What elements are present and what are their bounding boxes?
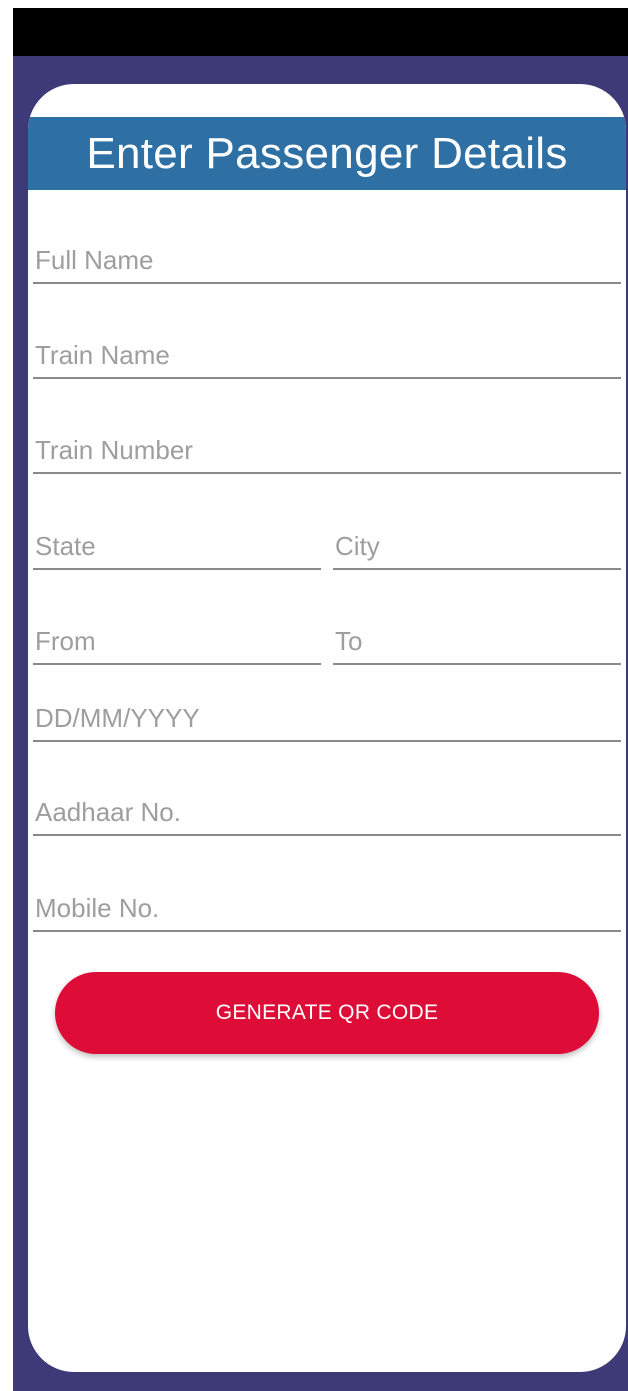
from-input[interactable] <box>35 626 321 657</box>
full-name-field <box>33 234 621 284</box>
passenger-form-card: Enter Passenger Details Full Name Train … <box>28 84 626 1372</box>
full-name-input[interactable] <box>35 245 621 276</box>
page-title: Enter Passenger Details <box>86 128 568 178</box>
phone-screen: Enter Passenger Details Full Name Train … <box>0 0 628 1391</box>
status-bar <box>13 8 628 56</box>
mobile-field <box>33 882 621 932</box>
aadhaar-input[interactable] <box>35 797 621 828</box>
state-field <box>33 520 321 570</box>
to-field <box>333 615 621 665</box>
aadhaar-field <box>33 786 621 836</box>
header-bar: Enter Passenger Details <box>28 117 626 190</box>
mobile-input[interactable] <box>35 893 621 924</box>
from-field <box>33 615 321 665</box>
city-input[interactable] <box>335 531 621 562</box>
to-input[interactable] <box>335 626 621 657</box>
date-input[interactable] <box>35 703 621 734</box>
generate-qr-code-button[interactable]: GENERATE QR CODE <box>55 972 599 1054</box>
train-number-input[interactable] <box>35 435 621 466</box>
state-input[interactable] <box>35 531 321 562</box>
train-name-input[interactable] <box>35 340 621 371</box>
generate-qr-code-label: GENERATE QR CODE <box>215 1001 439 1024</box>
city-field <box>333 520 621 570</box>
train-name-field <box>33 329 621 379</box>
train-number-field <box>33 424 621 474</box>
date-field <box>33 692 621 742</box>
